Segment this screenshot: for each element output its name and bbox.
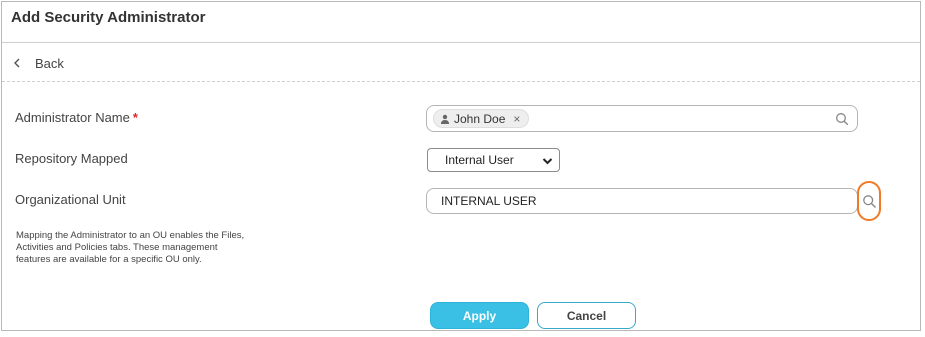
person-icon [440, 114, 450, 124]
org-unit-search-button[interactable] [857, 181, 881, 221]
chevron-down-icon [542, 155, 553, 165]
page-title: Add Security Administrator [11, 9, 206, 26]
required-mark: * [132, 110, 138, 125]
repository-selected-value: Internal User [445, 153, 514, 167]
divider [2, 81, 920, 82]
add-admin-panel: Add Security Administrator Back Administ… [1, 1, 921, 331]
title-bar: Add Security Administrator [2, 2, 920, 43]
admin-name-label-text: Administrator Name [15, 110, 130, 125]
org-unit-value: INTERNAL USER [441, 194, 537, 208]
org-unit-label: Organizational Unit [15, 192, 126, 207]
apply-button[interactable]: Apply [430, 302, 529, 329]
back-label: Back [35, 55, 64, 71]
ou-help-text: Mapping the Administrator to an OU enabl… [16, 230, 245, 265]
admin-chip-label: John Doe [454, 111, 506, 126]
back-link[interactable]: Back [13, 54, 64, 72]
chevron-left-icon [13, 58, 27, 68]
cancel-button[interactable]: Cancel [537, 302, 636, 329]
repository-select[interactable]: Internal User [427, 148, 560, 172]
repository-label: Repository Mapped [15, 151, 128, 166]
org-unit-input[interactable]: INTERNAL USER [426, 188, 858, 214]
admin-name-label: Administrator Name * [15, 110, 138, 125]
remove-chip-icon[interactable]: × [513, 112, 520, 126]
search-icon [863, 195, 876, 208]
admin-name-input[interactable]: John Doe × [426, 105, 858, 132]
admin-chip: John Doe × [433, 109, 530, 128]
search-icon[interactable] [835, 112, 849, 126]
